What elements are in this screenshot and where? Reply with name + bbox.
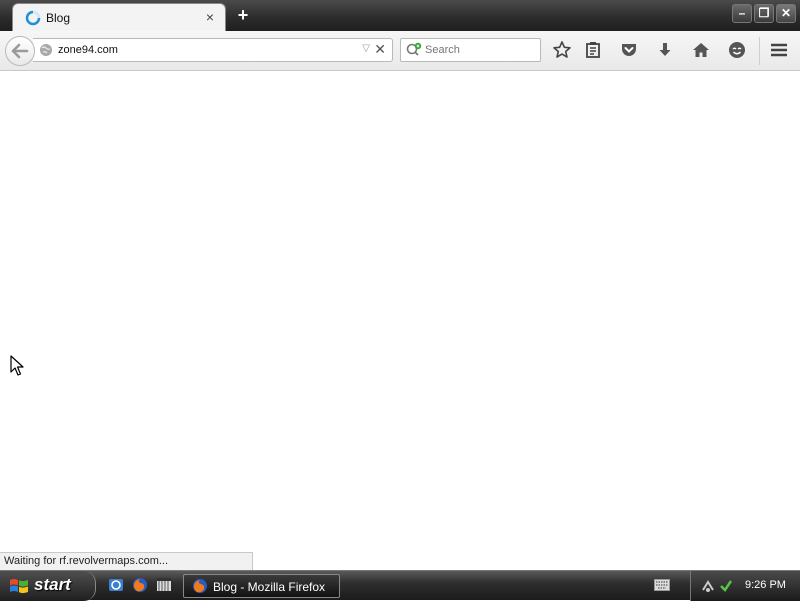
restore-button[interactable]: ❐ [754,4,774,23]
tray-security-icon[interactable] [718,578,734,594]
mouse-cursor-icon [10,355,24,376]
toolbar-separator [759,37,760,65]
clock[interactable]: 9:26 PM [745,579,786,591]
back-arrow-icon [11,43,29,59]
home-icon[interactable] [691,40,711,60]
tab-blog[interactable]: Blog × [12,3,226,31]
url-history-dropdown-icon[interactable]: ▽ [362,43,370,54]
loading-throbber-icon [25,10,41,26]
close-window-button[interactable]: ✕ [776,4,796,23]
taskbar-task-firefox[interactable]: Blog - Mozilla Firefox [183,574,340,598]
minimize-button[interactable]: – [732,4,752,23]
start-label: start [34,575,71,594]
reading-list-icon[interactable] [583,40,603,60]
back-button[interactable] [5,36,35,66]
browser-window: Blog × + – ❐ ✕ zone94.com ▽ ✕ Search Wai… [0,0,800,570]
hamburger-menu-icon[interactable] [769,40,789,60]
firefox-icon [193,579,207,593]
page-content[interactable]: Waiting for rf.revolvermaps.com... [0,71,800,570]
smiley-icon[interactable] [727,40,747,60]
start-button[interactable]: start [0,571,96,601]
search-bar[interactable] [400,38,541,62]
download-icon[interactable] [655,40,675,60]
system-tray: 9:26 PM [690,571,800,601]
tray-network-icon[interactable] [700,578,716,594]
quicklaunch-firefox-icon[interactable] [132,577,148,593]
globe-icon [40,44,52,56]
url-text[interactable]: zone94.com [58,44,118,56]
tab-close-icon[interactable]: × [203,9,217,25]
pocket-icon[interactable] [619,40,639,60]
new-tab-button[interactable]: + [234,5,252,25]
search-icon [406,42,422,56]
navigation-toolbar: zone94.com ▽ ✕ [0,31,800,71]
status-panel: Waiting for rf.revolvermaps.com... [0,552,253,570]
keyboard-icon[interactable] [654,579,670,591]
search-input[interactable] [425,42,535,58]
tab-strip: Blog × + – ❐ ✕ [0,0,800,31]
url-bar[interactable]: zone94.com ▽ ✕ [33,38,393,62]
tab-title: Blog [46,11,71,25]
star-bookmark-icon[interactable] [552,40,572,60]
taskbar: start Blog - Mozilla Firefox 9:26 PM [0,570,800,601]
windows-flag-icon [10,579,28,594]
quicklaunch-media-icon[interactable] [156,577,172,593]
taskbar-task-label: Blog - Mozilla Firefox [213,580,326,594]
quicklaunch-ie-icon[interactable] [108,577,124,593]
stop-loading-icon[interactable]: ✕ [374,41,386,58]
